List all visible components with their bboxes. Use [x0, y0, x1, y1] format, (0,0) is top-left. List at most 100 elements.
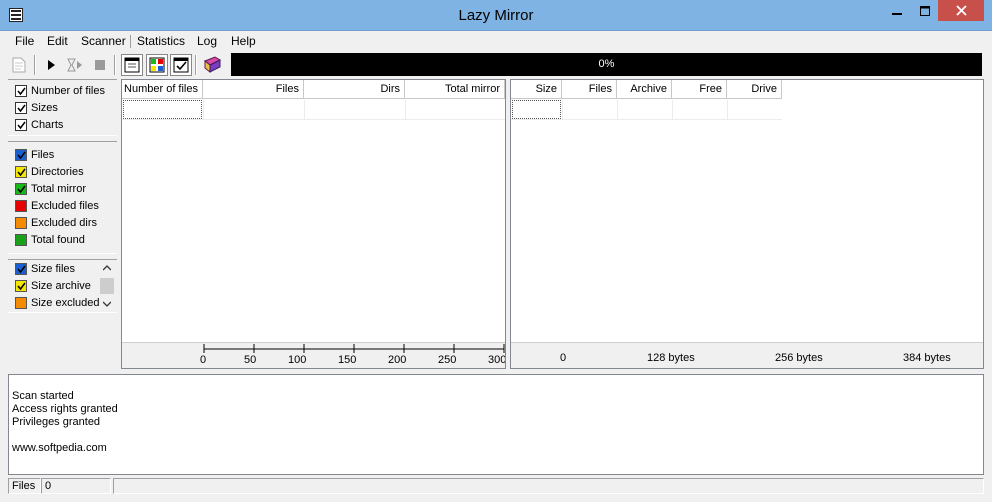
- status-value: 0: [41, 478, 111, 494]
- column-header-drive[interactable]: Drive: [727, 80, 782, 99]
- log-line: Scan started: [12, 390, 74, 402]
- column-header-files[interactable]: Files: [203, 80, 304, 99]
- sizes-axis: 0 128 bytes 256 bytes 384 bytes: [511, 342, 983, 368]
- files-statistics-list[interactable]: Number of files Files Dirs Total mirror …: [121, 79, 506, 369]
- series-options-group: Files Directories Total mirror Excluded …: [8, 141, 117, 254]
- column-header-archive[interactable]: Archive: [617, 80, 672, 99]
- option-label: Total mirror: [31, 183, 87, 195]
- color-swatch-checkbox[interactable]: [15, 166, 27, 178]
- log-text-area[interactable]: Scan started Access rights granted Privi…: [8, 374, 984, 475]
- scroll-thumb[interactable]: [100, 278, 114, 294]
- title-bar[interactable]: Lazy Mirror: [0, 0, 992, 31]
- cell-divider: [617, 100, 618, 119]
- axis-tick-label: 128 bytes: [647, 352, 695, 364]
- cell-divider: [562, 100, 563, 119]
- toolbar-separator: [34, 55, 36, 75]
- column-header-files[interactable]: Files: [562, 80, 617, 99]
- menu-file[interactable]: File: [15, 33, 34, 49]
- column-header-dirs[interactable]: Dirs: [304, 80, 405, 99]
- axis-tick-label: 300: [488, 355, 505, 366]
- minimize-button[interactable]: [883, 0, 911, 21]
- option-label: Excluded files: [31, 200, 99, 212]
- color-swatch-checkbox[interactable]: [15, 234, 27, 246]
- color-swatch-checkbox[interactable]: [15, 280, 27, 292]
- option-label: Charts: [31, 119, 64, 131]
- menu-log[interactable]: Log: [197, 33, 217, 49]
- axis-tick-label: 384 bytes: [903, 352, 951, 364]
- files-count-axis: 0 50 100 150 200 250 300: [122, 342, 505, 368]
- display-options-group: Number of files Sizes Charts: [8, 79, 117, 136]
- scroll-down-arrow-icon[interactable]: [100, 298, 114, 310]
- options-scrollbar[interactable]: [100, 260, 114, 312]
- help-book-icon[interactable]: [201, 54, 223, 76]
- color-swatch-checkbox[interactable]: [15, 263, 27, 275]
- left-options-panel: Number of files Sizes Charts Files Direc…: [8, 79, 117, 369]
- close-button[interactable]: [938, 0, 984, 21]
- axis-tick-label: 0: [200, 354, 207, 366]
- axis-tick-label: 50: [244, 354, 257, 366]
- option-label: Size archive: [31, 280, 91, 292]
- start-scan-button[interactable]: [40, 54, 62, 76]
- cell-divider: [405, 100, 406, 119]
- step-scan-button[interactable]: [64, 54, 86, 76]
- status-bar: Files 0: [0, 477, 992, 495]
- checkbox[interactable]: [15, 119, 27, 131]
- menu-bar: File Edit Scanner Statistics Log Help: [0, 31, 992, 51]
- sizes-statistics-list[interactable]: Size Files Archive Free Drive 0 128 byte…: [510, 79, 984, 369]
- option-label: Number of files: [31, 85, 105, 97]
- stop-scan-button[interactable]: [89, 54, 111, 76]
- menu-divider: [130, 35, 131, 48]
- axis-tick-label: 200: [388, 354, 407, 366]
- checkbox[interactable]: [15, 85, 27, 97]
- axis-tick-label: 150: [338, 354, 357, 366]
- new-document-icon[interactable]: [8, 54, 30, 76]
- axis-tick-label: 256 bytes: [775, 352, 823, 364]
- option-label: Size excluded: [31, 297, 100, 309]
- option-label: Size files: [31, 263, 76, 275]
- option-label: Excluded dirs: [31, 217, 98, 229]
- checkbox[interactable]: [15, 102, 27, 114]
- progress-bar: 0%: [231, 53, 982, 76]
- log-line: www.softpedia.com: [12, 442, 107, 454]
- option-label: Sizes: [31, 102, 58, 114]
- status-message-panel: [113, 478, 984, 494]
- axis-tick-label: 250: [438, 354, 457, 366]
- toolbar-separator: [114, 55, 116, 75]
- log-line: Access rights granted: [12, 403, 118, 415]
- cell-divider: [304, 100, 305, 119]
- checklist-icon[interactable]: [170, 54, 192, 76]
- color-swatch-checkbox[interactable]: [15, 183, 27, 195]
- column-header-size[interactable]: Size: [511, 80, 562, 99]
- focused-cell[interactable]: [512, 100, 561, 119]
- option-label: Total found: [31, 234, 85, 246]
- focused-cell[interactable]: [123, 100, 202, 119]
- color-swatch-checkbox[interactable]: [15, 200, 27, 212]
- column-header-free[interactable]: Free: [672, 80, 727, 99]
- menu-help[interactable]: Help: [231, 33, 256, 49]
- column-header-number-of-files[interactable]: Number of files: [122, 80, 203, 99]
- axis-tick-label: 0: [560, 352, 567, 364]
- row-divider: [511, 119, 782, 120]
- window-view-icon[interactable]: [121, 54, 143, 76]
- cell-divider: [727, 100, 728, 119]
- menu-scanner[interactable]: Scanner: [81, 33, 126, 49]
- color-swatch-checkbox[interactable]: [15, 297, 27, 309]
- row-divider: [122, 119, 505, 120]
- grid-view-icon[interactable]: [146, 54, 168, 76]
- status-label: Files: [8, 478, 41, 494]
- cell-divider: [203, 100, 204, 119]
- menu-edit[interactable]: Edit: [47, 33, 68, 49]
- size-options-group: Size files Size archive Size excluded: [8, 259, 117, 313]
- cell-divider: [672, 100, 673, 119]
- scroll-up-arrow-icon[interactable]: [100, 262, 114, 274]
- color-swatch-checkbox[interactable]: [15, 149, 27, 161]
- color-swatch-checkbox[interactable]: [15, 217, 27, 229]
- toolbar-separator: [195, 55, 197, 75]
- log-line: Privileges granted: [12, 416, 101, 428]
- option-label: Files: [31, 149, 55, 161]
- maximize-button[interactable]: [911, 0, 938, 21]
- window-title: Lazy Mirror: [458, 7, 534, 24]
- column-header-total-mirror[interactable]: Total mirror: [405, 80, 505, 99]
- menu-statistics[interactable]: Statistics: [137, 33, 185, 49]
- axis-tick-label: 100: [288, 354, 307, 366]
